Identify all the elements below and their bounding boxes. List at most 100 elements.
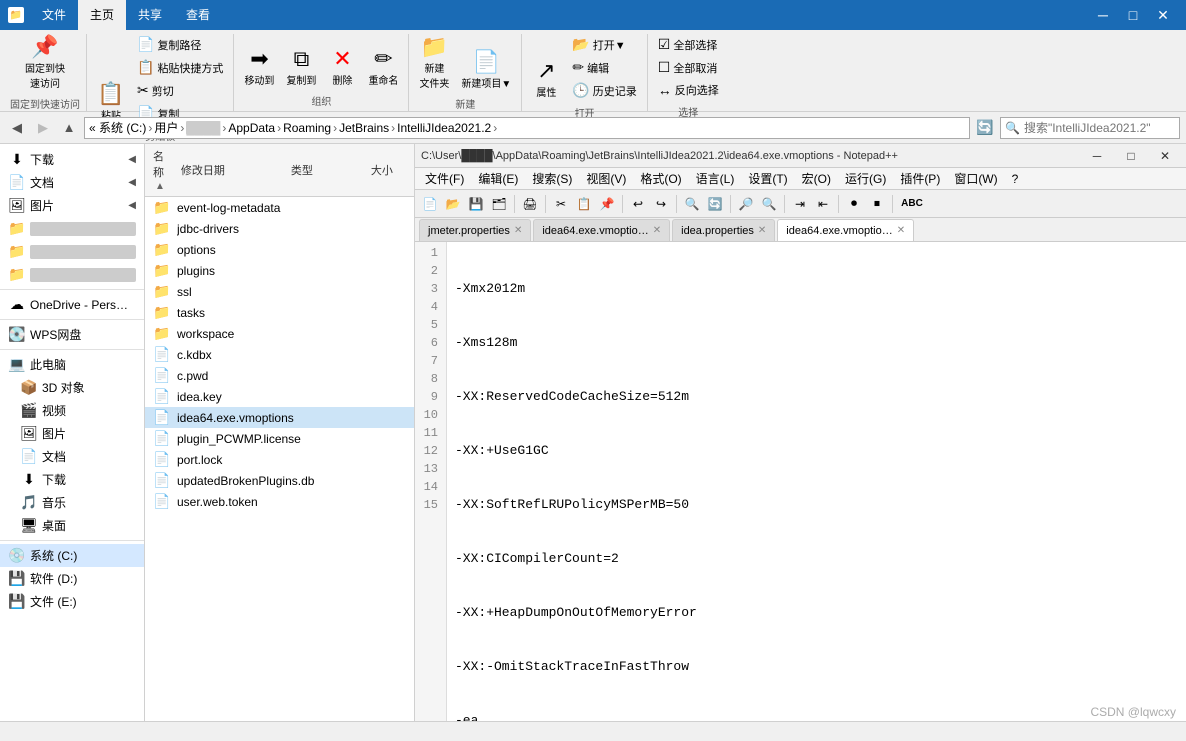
nav-item-blurred-2[interactable]: 📁 ████ [0,240,144,263]
maximize-button[interactable]: □ [1118,0,1148,30]
copy-to-button[interactable]: ⧉ 复制到 [282,46,320,89]
nav-item-thispc[interactable]: 💻 此电脑 [0,353,144,376]
new-folder-button[interactable]: 📁 新建文件夹 [415,34,453,92]
nav-item-drive-d[interactable]: 💾 软件 (D:) [0,567,144,590]
col-header-type[interactable]: 类型 [283,160,363,180]
redo-tool[interactable]: ↪ [650,193,672,215]
menu-language[interactable]: 语言(L) [690,169,741,189]
paste-tool[interactable]: 📌 [596,193,618,215]
minimize-button[interactable]: ─ [1088,0,1118,30]
nav-item-documents[interactable]: 📄 文档 ◀ [0,171,144,194]
forward-button[interactable]: ▶ [32,117,54,139]
editor-tab-idea-properties[interactable]: idea.properties ✕ [672,219,775,241]
tab-close-idea64-2[interactable]: ✕ [897,220,905,242]
path-segment-2[interactable]: 用户 [154,119,178,136]
copy-path-button[interactable]: 📄复制路径 [133,34,227,55]
menu-macro[interactable]: 宏(O) [796,169,837,189]
invert-select-button[interactable]: ↔反向选择 [654,80,723,100]
tab-close-idea-properties[interactable]: ✕ [758,220,766,242]
menu-file[interactable]: 文件(F) [419,169,470,189]
file-item-broken-plugins[interactable]: 📄 updatedBrokenPlugins.db [145,470,414,491]
record-macro-tool[interactable]: ⏺ [843,193,865,215]
nav-item-blurred-3[interactable]: 📁 ████ [0,263,144,286]
code-area[interactable]: -Xmx2012m -Xms128m -XX:ReservedCodeCache… [447,242,1186,721]
menu-help[interactable]: ? [1006,169,1025,189]
search-input[interactable] [1024,121,1179,135]
print-tool[interactable]: 🖨 [519,193,541,215]
up-button[interactable]: ▲ [58,117,80,139]
nav-item-img[interactable]: 🖼 图片 [0,422,144,445]
open-button[interactable]: 📂打开▼ [568,34,640,55]
tab-view[interactable]: 查看 [174,0,222,30]
history-button[interactable]: 🕒历史记录 [568,80,640,101]
undo-tool[interactable]: ↩ [627,193,649,215]
outdent-tool[interactable]: ⇤ [812,193,834,215]
select-all-button[interactable]: ☑全部选择 [654,34,723,55]
back-button[interactable]: ◀ [6,117,28,139]
find-tool[interactable]: 🔍 [681,193,703,215]
menu-edit[interactable]: 编辑(E) [472,169,524,189]
nav-item-onedrive[interactable]: ☁ OneDrive - Pers… [0,293,144,316]
nav-item-dl[interactable]: ⬇ 下载 [0,468,144,491]
file-item-ssl[interactable]: 📁 ssl [145,281,414,302]
file-item-jdbc[interactable]: 📁 jdbc-drivers [145,218,414,239]
file-item-cpwd[interactable]: 📄 c.pwd [145,365,414,386]
menu-format[interactable]: 格式(O) [634,169,687,189]
nav-item-video[interactable]: 🎬 视频 [0,399,144,422]
zoom-out-tool[interactable]: 🔍 [758,193,780,215]
menu-plugins[interactable]: 插件(P) [894,169,946,189]
menu-window[interactable]: 窗口(W) [948,169,1003,189]
file-item-tasks[interactable]: 📁 tasks [145,302,414,323]
path-segment-3[interactable]: ████ [186,121,220,135]
close-button[interactable]: ✕ [1148,0,1178,30]
deselect-all-button[interactable]: ☐全部取消 [654,57,723,78]
menu-search[interactable]: 搜索(S) [526,169,578,189]
new-item-button[interactable]: 📄 新建项目▼ [457,49,515,92]
nav-item-blurred-1[interactable]: 📁 ████ [0,217,144,240]
save-all-tool[interactable]: 🗂 [488,193,510,215]
nav-item-download[interactable]: ⬇ 下载 ◀ [0,148,144,171]
file-item-vmoptions[interactable]: 📄 idea64.exe.vmoptions [145,407,414,428]
nav-item-desktop[interactable]: 🖥 桌面 [0,514,144,537]
col-header-date[interactable]: 修改日期 [173,160,283,180]
path-segment-4[interactable]: AppData [228,121,275,135]
nav-item-pictures[interactable]: 🖼 图片 ◀ [0,194,144,217]
pin-quick-access-button[interactable]: 📌 固定到快速访问 [21,34,69,92]
copy-tool[interactable]: 📋 [573,193,595,215]
editor-minimize-button[interactable]: ─ [1082,141,1112,171]
editor-content[interactable]: 12345 678910 1112131415 -Xmx2012m -Xms12… [415,242,1186,721]
nav-item-drive-e[interactable]: 💾 文件 (E:) [0,590,144,613]
nav-item-3d[interactable]: 📦 3D 对象 [0,376,144,399]
file-item-ckdbx[interactable]: 📄 c.kdbx [145,344,414,365]
replace-tool[interactable]: 🔄 [704,193,726,215]
tab-home[interactable]: 主页 [78,0,126,30]
editor-tab-jmeter[interactable]: jmeter.properties ✕ [419,219,531,241]
editor-close-button[interactable]: ✕ [1150,141,1180,171]
file-item-plugins[interactable]: 📁 plugins [145,260,414,281]
file-item-ideakey[interactable]: 📄 idea.key [145,386,414,407]
nav-item-drive-c[interactable]: 💿 系统 (C:) [0,544,144,567]
delete-button[interactable]: ✕ 删除 [324,46,360,89]
menu-view[interactable]: 视图(V) [580,169,632,189]
tab-close-jmeter[interactable]: ✕ [514,220,522,242]
properties-button[interactable]: ↗ 属性 [528,58,564,101]
new-file-tool[interactable]: 📄 [419,193,441,215]
file-item-license[interactable]: 📄 plugin_PCWMP.license [145,428,414,449]
paste-shortcut-button[interactable]: 📋粘贴快捷方式 [133,57,227,78]
cut-button[interactable]: ✂剪切 [133,80,227,101]
path-segment-1[interactable]: « 系统 (C:) [89,119,146,136]
path-segment-6[interactable]: JetBrains [339,121,389,135]
save-tool[interactable]: 💾 [465,193,487,215]
tab-close-idea64-1[interactable]: ✕ [653,220,661,242]
nav-item-doc[interactable]: 📄 文档 [0,445,144,468]
abc-tool[interactable]: ABC [897,193,927,215]
col-header-name[interactable]: 名称 ▲ [145,146,173,194]
file-item-options[interactable]: 📁 options [145,239,414,260]
zoom-in-tool[interactable]: 🔎 [735,193,757,215]
nav-item-music[interactable]: 🎵 音乐 [0,491,144,514]
cut-tool[interactable]: ✂ [550,193,572,215]
editor-tab-idea64-1[interactable]: idea64.exe.vmoptio… ✕ [533,219,670,241]
editor-tab-idea64-2[interactable]: idea64.exe.vmoptio… ✕ [777,219,914,241]
refresh-button[interactable]: 🔄 [974,117,996,139]
menu-settings[interactable]: 设置(T) [742,169,793,189]
